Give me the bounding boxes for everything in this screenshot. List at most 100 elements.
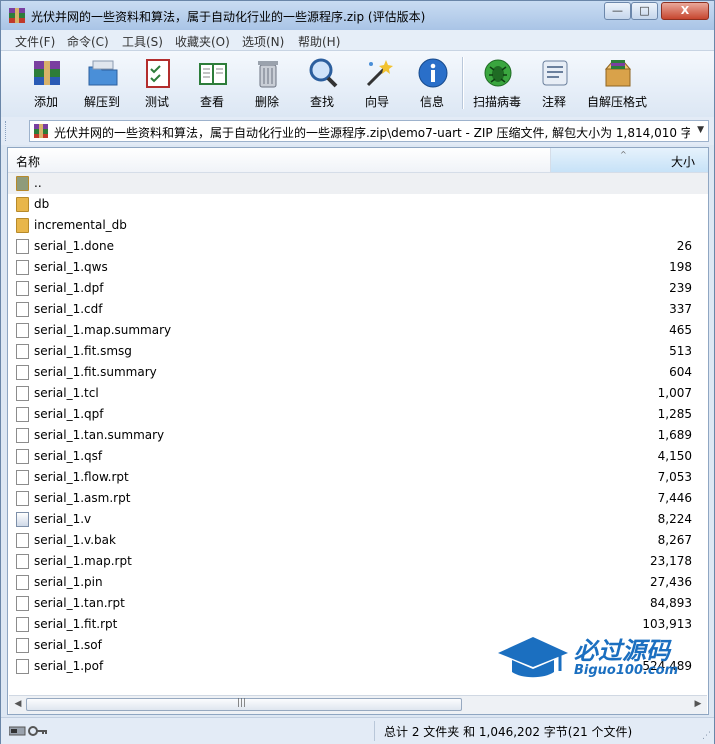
parent-folder-icon: [16, 176, 29, 191]
menu-command[interactable]: 命令(C): [67, 33, 109, 50]
menu-options[interactable]: 选项(N): [242, 33, 284, 50]
table-row[interactable]: serial_1.v.bak 8,267: [8, 530, 708, 551]
file-size: 103,913: [642, 617, 692, 631]
toolbar-sfx-label: 自解压格式: [586, 95, 647, 109]
menu-help[interactable]: 帮助(H): [298, 33, 340, 50]
menu-favorites[interactable]: 收藏夹(O): [175, 33, 230, 50]
list-header: 名称 大小 ^: [8, 148, 708, 173]
file-name: serial_1.v.bak: [34, 533, 116, 547]
menu-tools[interactable]: 工具(S): [122, 33, 163, 50]
status-divider: [374, 721, 375, 741]
table-row[interactable]: serial_1.asm.rpt 7,446: [8, 488, 708, 509]
table-row[interactable]: serial_1.qsf 4,150: [8, 446, 708, 467]
toolbar-find-button[interactable]: 查找: [295, 55, 349, 113]
file-name: serial_1.map.rpt: [34, 554, 132, 568]
toolbar-extract-button[interactable]: 解压到: [75, 55, 129, 113]
resize-grip-icon[interactable]: ⋰: [702, 731, 711, 741]
scroll-thumb[interactable]: |||: [26, 698, 462, 711]
minimize-button[interactable]: —: [604, 2, 631, 20]
file-name: serial_1.flow.rpt: [34, 470, 129, 484]
file-icon: [16, 449, 29, 464]
toolbar-virus-scan-button[interactable]: 扫描病毒: [470, 55, 524, 113]
file-size: 239: [669, 281, 692, 295]
file-name: incremental_db: [34, 218, 127, 232]
address-grip[interactable]: [5, 121, 9, 141]
table-row[interactable]: serial_1.tan.summary 1,689: [8, 425, 708, 446]
table-row[interactable]: serial_1.v 8,224: [8, 509, 708, 530]
scroll-right-icon[interactable]: ▶: [691, 698, 705, 711]
table-row[interactable]: serial_1.dpf 239: [8, 278, 708, 299]
file-size: 23,178: [650, 554, 692, 568]
toolbar-wizard-button[interactable]: 向导: [350, 55, 404, 113]
table-row[interactable]: serial_1.cdf 337: [8, 299, 708, 320]
file-name: serial_1.asm.rpt: [34, 491, 131, 505]
column-size-header[interactable]: 大小: [550, 148, 708, 172]
table-row[interactable]: serial_1.flow.rpt 7,053: [8, 467, 708, 488]
close-icon: X: [680, 4, 690, 17]
menu-file[interactable]: 文件(F): [15, 33, 55, 50]
table-row[interactable]: serial_1.done 26: [8, 236, 708, 257]
winrar-app-icon: [9, 8, 25, 23]
file-icon: [16, 617, 29, 632]
file-name: db: [34, 197, 50, 211]
toolbar-comment-label: 注释: [541, 95, 566, 109]
file-icon: [16, 638, 29, 653]
toolbar-test-button[interactable]: 测试: [130, 55, 184, 113]
address-bar: 光伏并网的一些资料和算法，属于自动化行业的一些源程序.zip\demo7-uar…: [1, 117, 714, 145]
menu-bar: 文件(F) 命令(C) 工具(S) 收藏夹(O) 选项(N) 帮助(H): [1, 30, 714, 51]
file-list: 名称 大小 ^ .. db incremental_db serial_1.done 2…: [7, 147, 709, 715]
file-name: serial_1.fit.rpt: [34, 617, 118, 631]
file-icon: [16, 407, 29, 422]
watermark: 必过源码 Biguo100.com: [494, 631, 694, 691]
toolbar-sfx-button[interactable]: 自解压格式: [587, 55, 647, 113]
table-row[interactable]: serial_1.fit.smsg 513: [8, 341, 708, 362]
view-icon: [199, 63, 227, 85]
table-row[interactable]: ..: [8, 173, 708, 194]
toolbar-delete-button[interactable]: 删除: [240, 55, 294, 113]
horizontal-scrollbar[interactable]: ◀ ||| ▶: [9, 695, 707, 714]
table-row[interactable]: serial_1.qpf 1,285: [8, 404, 708, 425]
column-name-header[interactable]: 名称: [16, 153, 40, 170]
file-icon: [16, 554, 29, 569]
folder-icon: [16, 218, 29, 233]
info-icon: [418, 58, 448, 88]
file-size: 8,267: [657, 533, 692, 547]
minimize-icon: —: [612, 4, 623, 17]
file-icon: [16, 302, 29, 317]
file-name: serial_1.qpf: [34, 407, 104, 421]
file-icon: [16, 470, 29, 485]
scroll-left-icon[interactable]: ◀: [11, 698, 25, 711]
file-name: serial_1.dpf: [34, 281, 104, 295]
close-button[interactable]: X: [661, 2, 709, 20]
drive-key-icon[interactable]: [9, 724, 49, 738]
toolbar-add-button[interactable]: 添加: [19, 55, 73, 113]
table-row[interactable]: incremental_db: [8, 215, 708, 236]
table-row[interactable]: serial_1.map.summary 465: [8, 320, 708, 341]
maximize-button[interactable]: □: [631, 2, 658, 20]
file-size: 465: [669, 323, 692, 337]
table-row[interactable]: serial_1.tcl 1,007: [8, 383, 708, 404]
toolbar-info-button[interactable]: 信息: [405, 55, 459, 113]
file-name: serial_1.pin: [34, 575, 103, 589]
extract-to-icon: [88, 60, 118, 86]
path-combobox[interactable]: 光伏并网的一些资料和算法，属于自动化行业的一些源程序.zip\demo7-uar…: [29, 120, 709, 142]
toolbar: 添加 解压到 测试 查看 删除 查找 向导 信息 扫描病毒 注释 自解压格式: [1, 51, 714, 118]
table-row[interactable]: serial_1.map.rpt 23,178: [8, 551, 708, 572]
file-name: serial_1.qws: [34, 260, 108, 274]
winrar-window: 光伏并网的一些资料和算法，属于自动化行业的一些源程序.zip (评估版本) — …: [0, 0, 715, 744]
file-icon: [16, 428, 29, 443]
table-row[interactable]: serial_1.pin 27,436: [8, 572, 708, 593]
table-row[interactable]: serial_1.qws 198: [8, 257, 708, 278]
file-icon: [16, 533, 29, 548]
window-title: 光伏并网的一些资料和算法，属于自动化行业的一些源程序.zip (评估版本): [31, 10, 426, 24]
toolbar-view-button[interactable]: 查看: [185, 55, 239, 113]
toolbar-comment-button[interactable]: 注释: [527, 55, 581, 113]
delete-icon: [258, 61, 278, 88]
file-icon: [16, 344, 29, 359]
table-row[interactable]: serial_1.fit.summary 604: [8, 362, 708, 383]
chevron-down-icon[interactable]: ▼: [697, 125, 704, 135]
file-name: serial_1.cdf: [34, 302, 103, 316]
table-row[interactable]: serial_1.tan.rpt 84,893: [8, 593, 708, 614]
table-row[interactable]: db: [8, 194, 708, 215]
file-size: 198: [669, 260, 692, 274]
